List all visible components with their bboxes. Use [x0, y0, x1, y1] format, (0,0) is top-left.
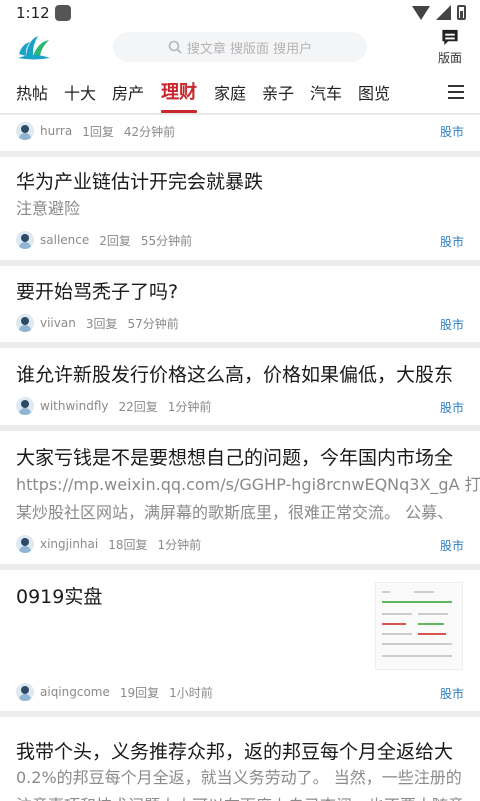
post-time: 1分钟前	[157, 537, 202, 552]
search-icon	[168, 40, 182, 54]
post-excerpt: 某炒股社区网站，满屏幕的歌斯底里，很难正常交流。 公募、	[16, 503, 454, 522]
status-bar: 1:12	[0, 0, 480, 28]
tab-parenting[interactable]: 亲子	[262, 80, 294, 104]
post-meta: hurra 1回复 42分钟前	[16, 121, 175, 141]
post-username[interactable]: withwindfly	[40, 399, 109, 413]
post-time: 42分钟前	[123, 124, 176, 139]
post-title[interactable]: 谁允许新股发行价格这么高，价格如果偏低，大股东	[16, 360, 453, 387]
post-replies: 19回复	[119, 685, 160, 700]
post-username[interactable]: viivan	[40, 316, 76, 330]
wifi-icon	[412, 5, 430, 20]
post-time: 55分钟前	[140, 233, 193, 248]
board-button[interactable]: 版面	[434, 28, 466, 66]
board-label: 版面	[437, 51, 462, 65]
avatar	[16, 231, 34, 249]
category-tabs: 热帖 十大 房产 理财 家庭 亲子 汽车 图览	[0, 70, 480, 114]
app-logo-icon[interactable]	[16, 32, 52, 62]
post-thumbnail[interactable]	[375, 582, 463, 670]
list-item[interactable]: 华为产业链估计开完会就暴跌 注意避险 sallence 2回复 55分钟前 股市	[0, 157, 480, 260]
post-time: 1小时前	[169, 685, 213, 700]
post-board-tag[interactable]: 股市	[440, 123, 464, 140]
tab-top10[interactable]: 十大	[64, 80, 96, 104]
post-replies: 22回复	[118, 399, 158, 414]
avatar	[16, 535, 34, 553]
post-board-tag[interactable]: 股市	[440, 399, 464, 416]
list-item[interactable]: 0919实盘 aiqingcome 19回复 1小时前 股市	[0, 570, 480, 711]
top-bar: 搜文章 搜版面 搜用户 版面	[0, 28, 480, 70]
battery-icon	[457, 5, 466, 20]
search-bar[interactable]: 搜文章 搜版面 搜用户	[113, 32, 367, 62]
post-username[interactable]: sallence	[40, 233, 89, 247]
post-excerpt: 注意避险	[16, 199, 81, 218]
avatar	[16, 397, 34, 415]
post-username[interactable]: xingjinhai	[40, 537, 98, 551]
post-title[interactable]: 要开始骂秃子了吗?	[16, 277, 178, 304]
post-username[interactable]: aiqingcome	[40, 685, 110, 699]
list-item[interactable]: hurra 1回复 42分钟前 股市	[0, 115, 480, 151]
post-board-tag[interactable]: 股市	[440, 316, 464, 333]
tab-cars[interactable]: 汽车	[310, 80, 342, 104]
avatar	[16, 683, 34, 701]
post-time: 57分钟前	[127, 316, 179, 331]
search-placeholder: 搜文章 搜版面 搜用户	[186, 41, 313, 57]
post-title[interactable]: 华为产业链估计开完会就暴跌	[16, 167, 263, 194]
avatar	[16, 122, 34, 140]
post-board-tag[interactable]: 股市	[440, 685, 464, 702]
status-time: 1:12	[16, 4, 50, 22]
post-title[interactable]: 0919实盘	[16, 582, 102, 609]
post-excerpt: https://mp.weixin.qq.com/s/GGHP-hgi8rcnw…	[16, 475, 480, 494]
post-replies: 18回复	[108, 537, 148, 552]
post-title[interactable]: 我带个头，义务推荐众邦，返的邦豆每个月全返给大	[16, 737, 453, 764]
tab-gallery[interactable]: 图览	[358, 80, 390, 104]
tab-hot[interactable]: 热帖	[16, 80, 48, 104]
system-icons	[412, 5, 466, 20]
post-replies: 1回复	[82, 124, 114, 139]
list-item[interactable]: 我带个头，义务推荐众邦，返的邦豆每个月全返给大 0.2%的邦豆每个月全返，就当义…	[0, 717, 480, 801]
post-excerpt: 注意事项和技术问题大大可以在百度上自己查阅，也不要太随意	[16, 792, 464, 801]
avatar	[16, 314, 34, 332]
post-meta: xingjinhai 18回复 1分钟前	[16, 534, 201, 554]
list-item[interactable]: 谁允许新股发行价格这么高，价格如果偏低，大股东 withwindfly 22回复…	[0, 348, 480, 425]
post-time: 1分钟前	[167, 399, 212, 414]
post-replies: 2回复	[99, 233, 131, 248]
tab-family[interactable]: 家庭	[214, 80, 246, 104]
post-title[interactable]: 大家亏钱是不是要想想自己的问题，今年国内市场全	[16, 443, 453, 470]
post-meta: aiqingcome 19回复 1小时前	[16, 682, 213, 702]
board-icon	[442, 29, 458, 46]
post-excerpt: 0.2%的邦豆每个月全返，就当义务劳动了。 当然，一些注册的	[16, 768, 462, 787]
notification-icon	[55, 5, 71, 21]
post-username[interactable]: hurra	[40, 124, 72, 138]
list-item[interactable]: 要开始骂秃子了吗? viivan 3回复 57分钟前 股市	[0, 266, 480, 342]
post-meta: withwindfly 22回复 1分钟前	[16, 396, 211, 416]
post-board-tag[interactable]: 股市	[440, 537, 464, 554]
signal-icon	[436, 5, 451, 20]
post-meta: viivan 3回复 57分钟前	[16, 313, 179, 333]
list-item[interactable]: 大家亏钱是不是要想想自己的问题，今年国内市场全 https://mp.weixi…	[0, 431, 480, 564]
active-tab-indicator	[161, 110, 197, 113]
post-meta: sallence 2回复 55分钟前	[16, 230, 192, 250]
tab-finance[interactable]: 理财	[161, 78, 197, 104]
tab-realestate[interactable]: 房产	[112, 80, 144, 104]
post-board-tag[interactable]: 股市	[440, 233, 464, 250]
menu-icon[interactable]	[448, 85, 464, 99]
post-replies: 3回复	[85, 316, 118, 331]
